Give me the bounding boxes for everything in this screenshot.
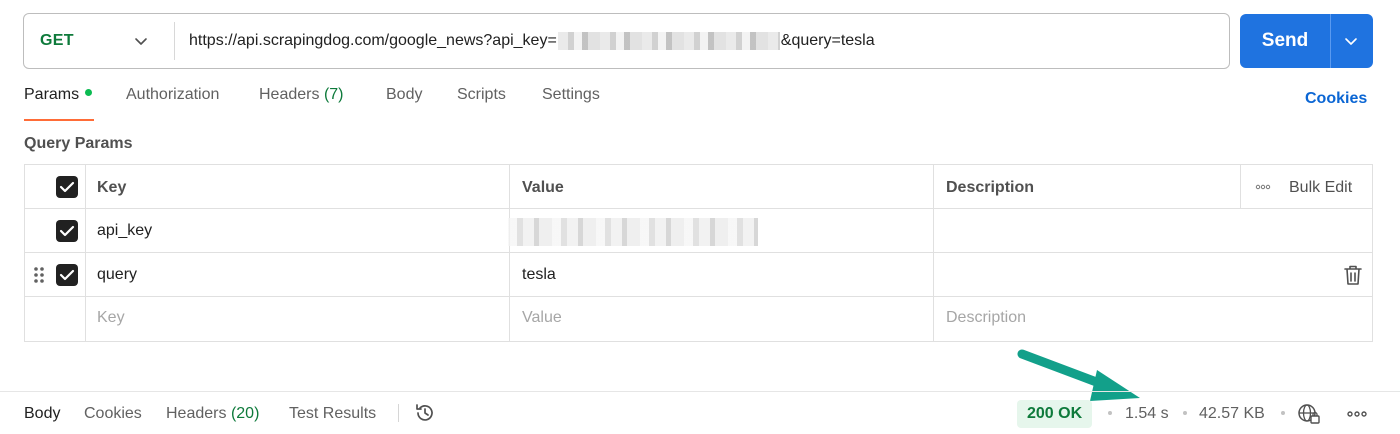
tab-headers[interactable]: Headers (7)	[259, 86, 344, 104]
tab-params[interactable]: Params	[24, 86, 93, 104]
trash-icon[interactable]	[1343, 264, 1363, 286]
new-value-input[interactable]: Value	[522, 309, 562, 327]
tab-scripts-label: Scripts	[457, 86, 506, 103]
url-suffix: &query=tesla	[780, 32, 875, 49]
param-value[interactable]: tesla	[522, 266, 556, 284]
tab-body-label: Body	[386, 86, 423, 103]
network-globe-lock-icon[interactable]	[1297, 403, 1321, 425]
chevron-down-icon	[135, 38, 147, 45]
more-options-icon[interactable]	[1347, 410, 1367, 418]
annotation-arrow-icon	[1017, 349, 1140, 401]
new-key-input[interactable]: Key	[97, 309, 125, 327]
checkmark-icon	[59, 225, 75, 237]
request-bar: GET https://api.scrapingdog.com/google_n…	[23, 13, 1230, 69]
column-header-description: Description	[946, 179, 1035, 196]
send-button-group: Send	[1240, 14, 1373, 68]
tab-body[interactable]: Body	[386, 86, 422, 104]
response-tab-headers-label: Headers	[166, 405, 227, 422]
active-tab-underline	[24, 119, 94, 121]
param-key[interactable]: query	[97, 266, 137, 284]
table-divider	[25, 252, 1372, 253]
send-divider	[1330, 14, 1331, 68]
tab-scripts[interactable]: Scripts	[457, 86, 506, 104]
checkmark-icon	[59, 269, 75, 281]
row-checkbox[interactable]	[56, 220, 78, 242]
response-divider	[0, 391, 1400, 392]
method-divider	[174, 22, 175, 60]
url-prefix: https://api.scrapingdog.com/google_news?…	[189, 32, 557, 49]
query-params-title: Query Params	[24, 135, 133, 152]
column-divider	[933, 165, 934, 341]
drag-handle-icon[interactable]	[33, 265, 45, 285]
redacted-api-key	[557, 32, 780, 50]
separator-dot	[1183, 411, 1187, 415]
separator-dot	[1108, 411, 1112, 415]
response-tab-cookies[interactable]: Cookies	[84, 405, 142, 423]
table-divider	[25, 296, 1372, 297]
response-size[interactable]: 42.57 KB	[1199, 405, 1265, 423]
response-tab-body[interactable]: Body	[24, 405, 60, 423]
row-checkbox[interactable]	[56, 264, 78, 286]
method-label: GET	[40, 32, 74, 49]
tab-headers-count: (7)	[323, 86, 344, 103]
tab-settings[interactable]: Settings	[542, 86, 600, 104]
table-divider	[25, 208, 1372, 209]
query-params-table: Key Value Description Bulk Edit api_key …	[24, 164, 1373, 342]
response-tab-test-results[interactable]: Test Results	[289, 405, 376, 423]
send-options-chevron-icon[interactable]	[1344, 34, 1358, 48]
url-input[interactable]: https://api.scrapingdog.com/google_news?…	[189, 14, 875, 68]
column-divider	[1240, 165, 1241, 208]
tab-params-label: Params	[24, 86, 80, 103]
more-dots-icon[interactable]	[1255, 184, 1271, 190]
column-divider	[85, 165, 86, 341]
history-icon[interactable]	[414, 402, 436, 424]
tab-authorization-label: Authorization	[126, 86, 220, 103]
select-all-checkbox[interactable]	[56, 176, 78, 198]
column-header-value: Value	[522, 179, 564, 196]
tab-authorization[interactable]: Authorization	[126, 86, 219, 104]
cookies-link[interactable]: Cookies	[1305, 90, 1367, 108]
separator-dot	[1281, 411, 1285, 415]
new-description-input[interactable]: Description	[946, 309, 1026, 327]
response-tabs-divider	[398, 404, 399, 422]
response-tab-headers[interactable]: Headers (20)	[166, 405, 259, 423]
checkmark-icon	[59, 181, 75, 193]
tab-headers-label: Headers	[259, 86, 320, 103]
send-button[interactable]: Send	[1240, 14, 1330, 68]
response-time[interactable]: 1.54 s	[1125, 405, 1169, 423]
bulk-edit-button[interactable]: Bulk Edit	[1289, 179, 1352, 197]
params-active-dot	[85, 89, 93, 97]
method-select[interactable]: GET	[24, 14, 174, 68]
column-divider	[509, 165, 510, 341]
redacted-param-value[interactable]	[508, 218, 758, 246]
status-badge[interactable]: 200 OK	[1017, 400, 1093, 428]
column-header-key: Key	[97, 179, 127, 196]
param-key[interactable]: api_key	[97, 222, 152, 240]
response-tab-headers-count: (20)	[230, 405, 260, 422]
tab-settings-label: Settings	[542, 86, 600, 103]
